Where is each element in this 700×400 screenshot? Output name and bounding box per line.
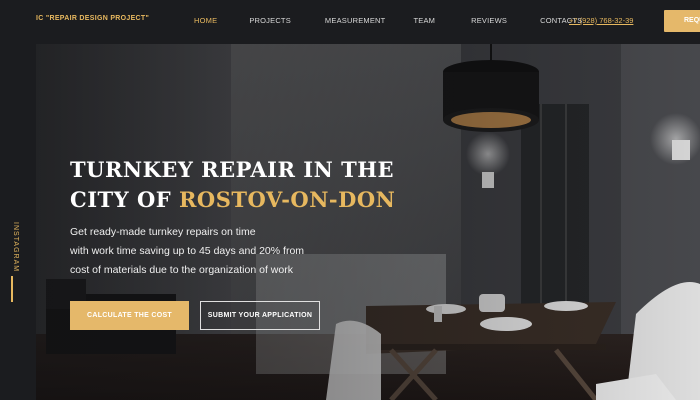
hero-title-line1: TURNKEY REPAIR IN THE [70, 157, 395, 182]
hero-subtitle-line2: with work time saving up to 45 days and … [70, 245, 305, 257]
nav-item-projects[interactable]: PROJECTS [249, 16, 291, 25]
hero-title-line2: CITY OF [70, 187, 179, 212]
hero-subtitle-line1: Get ready-made turnkey repairs on time [70, 226, 256, 238]
nav-item-team[interactable]: TEAM [413, 16, 435, 25]
social-sidebar: INSTAGRAM [0, 44, 36, 400]
phone-link[interactable]: +7 (928) 768-32-39 [569, 16, 633, 25]
nav-item-measurement[interactable]: MEASUREMENT [325, 16, 386, 25]
hero-subtitle: Get ready-made turnkey repairs on time w… [70, 223, 350, 280]
hero-title-accent: ROSTOV-ON-DON [178, 187, 396, 212]
submit-application-button[interactable]: SUBMIT YOUR APPLICATION [200, 301, 320, 330]
main-nav: HOME PROJECTS MEASUREMENT TEAM REVIEWS C… [194, 16, 582, 25]
request-call-button[interactable]: REQU [664, 10, 700, 32]
hero-title: TURNKEY REPAIR IN THE CITY OF ROSTOV-ON-… [70, 155, 410, 215]
sidebar-divider [11, 276, 13, 302]
hero-subtitle-line3: cost of materials due to the organizatio… [70, 264, 293, 276]
nav-item-home[interactable]: HOME [194, 16, 217, 25]
nav-item-reviews[interactable]: REVIEWS [471, 16, 507, 25]
hero-section: TURNKEY REPAIR IN THE CITY OF ROSTOV-ON-… [36, 44, 700, 400]
logo[interactable]: IC "REPAIR DESIGN PROJECT" [36, 15, 149, 22]
calculate-cost-button[interactable]: CALCULATE THE COST [70, 301, 189, 330]
instagram-link[interactable]: INSTAGRAM [12, 222, 19, 272]
site-header: IC "REPAIR DESIGN PROJECT" HOME PROJECTS… [0, 0, 700, 44]
hero-overlay [36, 44, 700, 400]
